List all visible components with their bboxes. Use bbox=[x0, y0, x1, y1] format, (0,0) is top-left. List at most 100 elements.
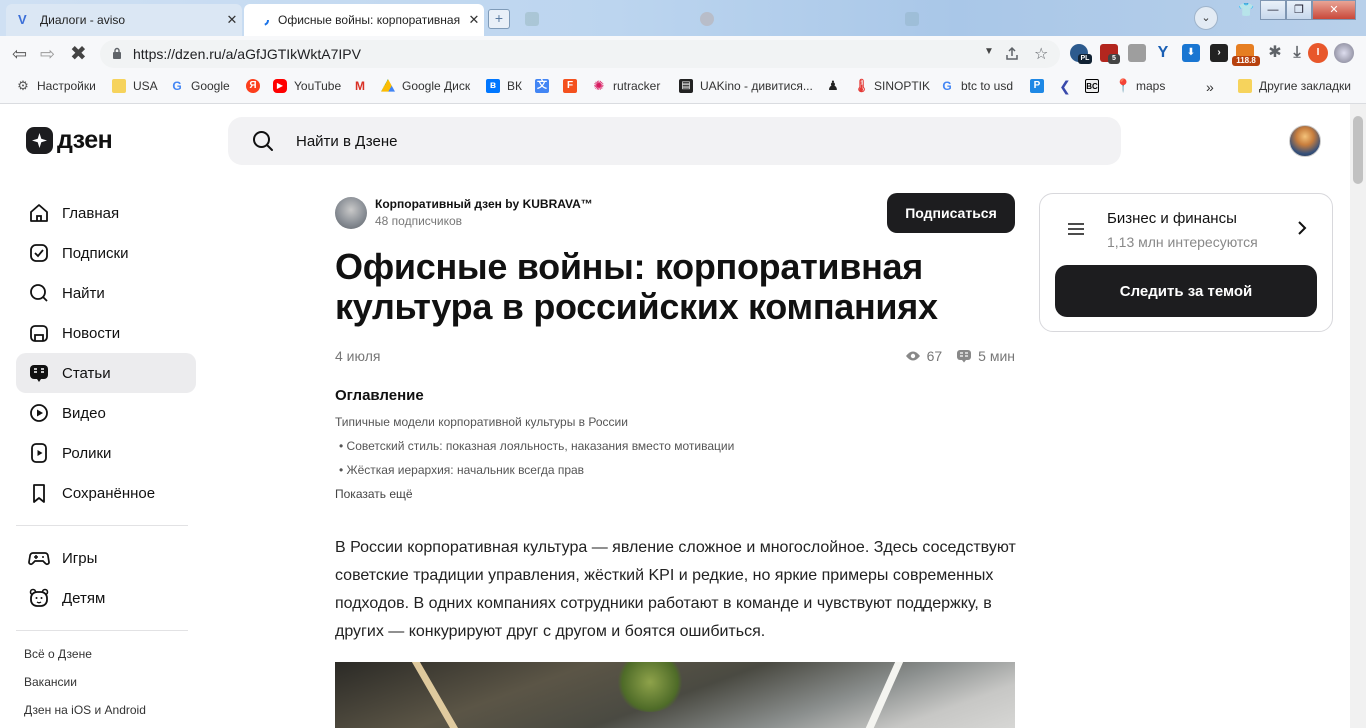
search-icon bbox=[253, 131, 273, 151]
downloads-icon[interactable]: ⤓ bbox=[1288, 44, 1306, 62]
topic-name[interactable]: Бизнес и финансы bbox=[1107, 210, 1237, 227]
pl-badge: PL bbox=[1078, 54, 1092, 64]
dropdown-icon[interactable]: ▼ bbox=[984, 46, 994, 57]
maximize-button[interactable]: ❐ bbox=[1286, 0, 1312, 20]
subscriptions-icon bbox=[30, 244, 48, 262]
new-tab-button[interactable]: + bbox=[488, 9, 510, 29]
bookmark-google[interactable]: G Google bbox=[170, 79, 229, 93]
translate-icon: 文 bbox=[535, 79, 549, 93]
bookmark-sinoptik[interactable]: 🌡 SINOPTIK bbox=[853, 78, 930, 94]
sidebar-item-news[interactable]: Новости bbox=[16, 313, 196, 353]
search-placeholder: Найти в Дзене bbox=[296, 133, 398, 150]
dzen-star-icon bbox=[26, 127, 53, 154]
toc-item[interactable]: • Советский стиль: показная лояльность, … bbox=[339, 439, 734, 453]
bookmark-chess[interactable]: ♟ bbox=[826, 79, 847, 93]
bookmark-vk[interactable]: ʙ ВК bbox=[486, 79, 522, 93]
y-extension-icon[interactable]: Y bbox=[1154, 44, 1172, 62]
sidebar-item-games[interactable]: Игры bbox=[16, 538, 196, 578]
bookmarks-overflow-button[interactable]: » bbox=[1206, 79, 1214, 95]
google-icon: G bbox=[942, 79, 952, 93]
sidebar-divider bbox=[16, 525, 188, 526]
url-text[interactable]: https://dzen.ru/a/aGfJGTIkWktA7IPV bbox=[133, 46, 361, 62]
terminal-extension-icon[interactable]: › bbox=[1210, 44, 1228, 62]
download-extension-icon[interactable]: ⬇ bbox=[1182, 44, 1200, 62]
bookmark-other[interactable]: Другие закладки bbox=[1238, 79, 1351, 93]
gmail-icon: M bbox=[355, 79, 365, 93]
search-icon bbox=[30, 284, 48, 302]
bookmark-btc-to-usd[interactable]: Gbtc to usd bbox=[940, 79, 1013, 93]
bookmark-p[interactable]: P bbox=[1030, 79, 1051, 93]
tab-close-icon[interactable]: ✕ bbox=[464, 12, 484, 28]
bookmark-settings[interactable]: ⚙ Настройки bbox=[16, 78, 96, 94]
address-bar[interactable]: https://dzen.ru/a/aGfJGTIkWktA7IPV ▼ ☆ bbox=[100, 40, 1060, 68]
sidebar-item-kids[interactable]: Детям bbox=[16, 578, 196, 618]
follow-topic-button[interactable]: Следить за темой bbox=[1055, 265, 1317, 317]
bookmark-arrow[interactable]: ❮ bbox=[1058, 79, 1079, 93]
sidebar-item-saved[interactable]: Сохранённое bbox=[16, 473, 196, 513]
user-avatar[interactable] bbox=[1289, 125, 1321, 157]
sidebar-item-video[interactable]: Видео bbox=[16, 393, 196, 433]
page-scrollbar[interactable] bbox=[1350, 104, 1366, 728]
home-icon bbox=[30, 204, 48, 222]
bookmark-maps[interactable]: 📍 maps bbox=[1115, 79, 1165, 94]
search-input[interactable]: Найти в Дзене bbox=[228, 117, 1121, 165]
read-time-icon bbox=[957, 350, 972, 363]
gear-icon: ⚙ bbox=[17, 78, 29, 93]
bookmark-yandex[interactable]: Я bbox=[246, 79, 267, 93]
toc-show-more-link[interactable]: Показать ещё bbox=[335, 487, 413, 501]
bookmark-f[interactable]: F bbox=[563, 79, 584, 93]
minimize-button[interactable]: — bbox=[1260, 0, 1286, 20]
close-window-button[interactable]: ✕ bbox=[1312, 0, 1356, 20]
scrollbar-thumb[interactable] bbox=[1353, 116, 1363, 184]
tab-title: Диалоги - aviso bbox=[40, 13, 126, 27]
toc-item[interactable]: Типичные модели корпоративной культуры в… bbox=[335, 415, 628, 429]
briefcase-extension-icon[interactable] bbox=[1128, 44, 1146, 62]
article-body: В России корпоративная культура — явлени… bbox=[335, 539, 1016, 640]
bookmark-youtube[interactable]: ▶ YouTube bbox=[273, 79, 341, 93]
bookmark-usa[interactable]: USA bbox=[112, 79, 158, 93]
forward-button[interactable]: ⇨ bbox=[40, 44, 55, 64]
folder-icon bbox=[1238, 79, 1252, 93]
footer-link-about[interactable]: Всё о Дзене bbox=[24, 647, 92, 661]
star-bookmark-icon[interactable]: ☆ bbox=[1034, 44, 1048, 64]
tab-close-icon[interactable]: ✕ bbox=[222, 12, 242, 28]
footer-link-apps[interactable]: Дзен на iOS и Android bbox=[24, 703, 146, 717]
gamepad-icon bbox=[28, 552, 50, 566]
footer-link-jobs[interactable]: Вакансии bbox=[24, 675, 77, 689]
loading-spinner-icon bbox=[256, 13, 270, 27]
sidebar-item-subscriptions[interactable]: Подписки bbox=[16, 233, 196, 273]
bookmark-bc[interactable]: BC bbox=[1085, 79, 1106, 93]
toc-item[interactable]: • Жёсткая иерархия: начальник всегда пра… bbox=[339, 463, 584, 477]
bookmark-rutracker[interactable]: ✺ rutracker bbox=[592, 79, 661, 94]
logo-text: дзен bbox=[57, 126, 113, 154]
menu-globe-icon[interactable] bbox=[1334, 43, 1354, 63]
topic-followers: 1,13 млн интересуются bbox=[1107, 234, 1258, 250]
tab-aviso[interactable]: V Диалоги - aviso ✕ bbox=[6, 4, 242, 36]
sidebar-item-articles[interactable]: Статьи bbox=[16, 353, 196, 393]
profile-chevron-button[interactable]: ⌄ bbox=[1194, 6, 1218, 30]
subscribe-button[interactable]: Подписаться bbox=[887, 193, 1015, 233]
background-tabs-ghost bbox=[525, 9, 1165, 29]
menu-icon bbox=[1068, 223, 1084, 235]
sidebar-item-home[interactable]: Главная bbox=[16, 193, 196, 233]
back-button[interactable]: ⇦ bbox=[12, 44, 27, 64]
bookmark-translate[interactable]: 文 bbox=[535, 79, 556, 93]
bookmark-google-drive[interactable]: Google Диск bbox=[381, 79, 470, 93]
share-icon[interactable] bbox=[1004, 46, 1020, 62]
bookmark-gmail[interactable]: M bbox=[353, 79, 374, 93]
thermometer-icon: 🌡 bbox=[853, 78, 870, 93]
channel-name[interactable]: Корпоративный дзен by KUBRAVA™ bbox=[375, 197, 593, 211]
chevron-right-icon[interactable] bbox=[1295, 221, 1309, 235]
tab-dzen-article[interactable]: Офисные войны: корпоративная ✕ bbox=[244, 4, 484, 36]
dzen-logo[interactable]: дзен bbox=[26, 126, 113, 155]
profile-avatar[interactable]: I bbox=[1308, 43, 1328, 63]
sidebar-item-search[interactable]: Найти bbox=[16, 273, 196, 313]
puzzle-extensions-icon[interactable]: ✱ bbox=[1266, 44, 1284, 62]
sidebar-item-shorts[interactable]: Ролики bbox=[16, 433, 196, 473]
toc-heading: Оглавление bbox=[335, 387, 424, 404]
browser-chrome: V Диалоги - aviso ✕ Офисные войны: корпо… bbox=[0, 0, 1366, 104]
lock-icon[interactable] bbox=[112, 47, 122, 60]
stop-loading-button[interactable]: ✖ bbox=[70, 44, 87, 64]
bookmark-uakino[interactable]: ▤ UAKino - дивитися... bbox=[679, 79, 813, 93]
channel-avatar[interactable] bbox=[335, 197, 367, 229]
